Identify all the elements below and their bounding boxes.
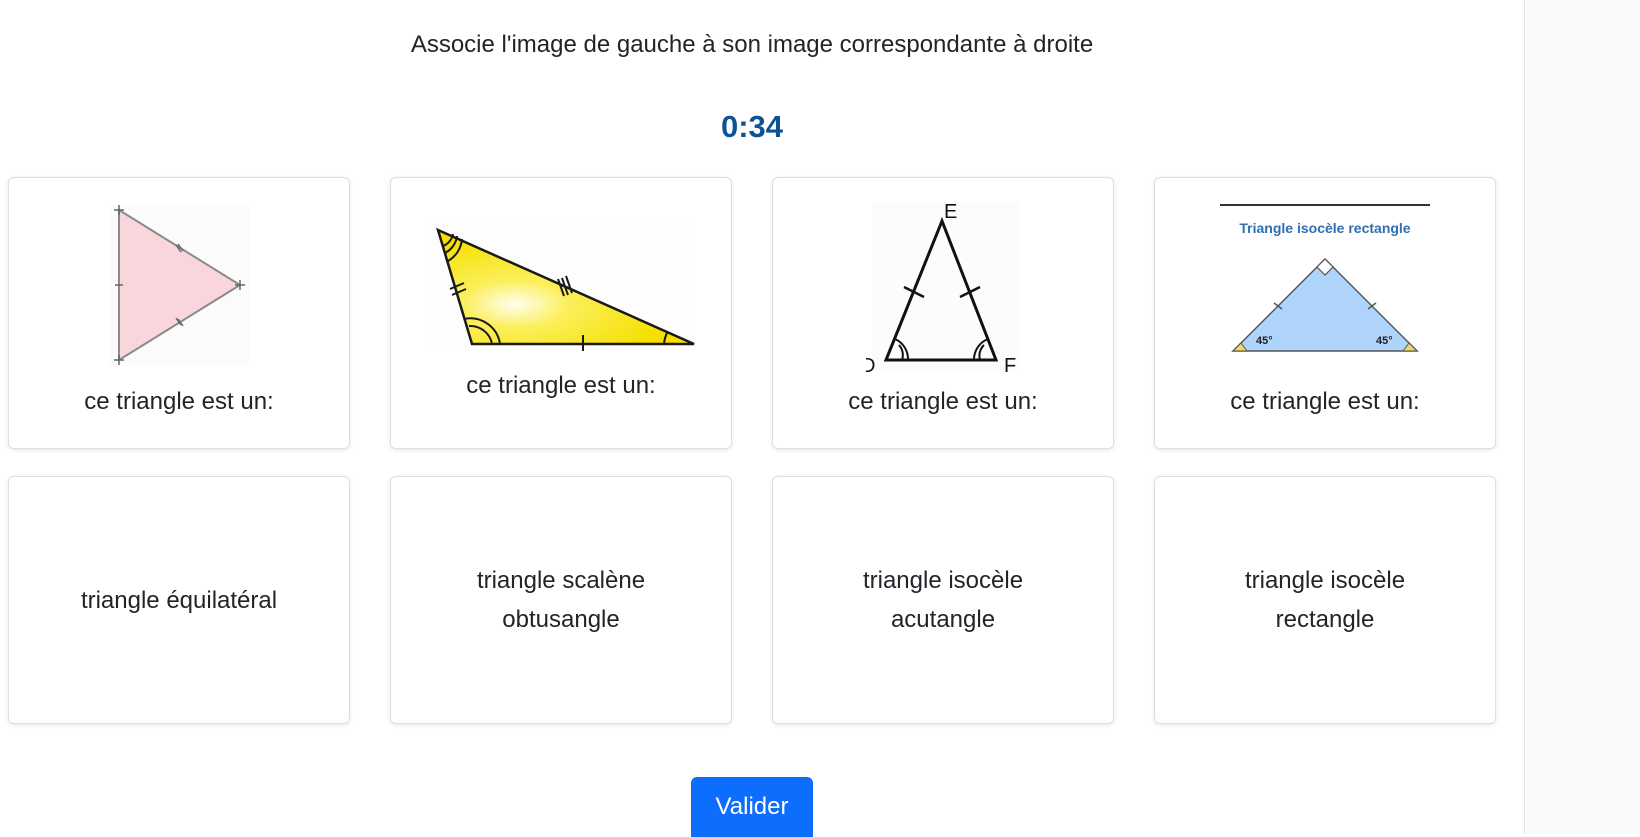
validate-button[interactable]: Valider [691, 777, 813, 837]
vertex-label-e: E [944, 202, 957, 223]
answer-label: triangle isocèle rectangle [1244, 567, 1406, 633]
answer-card-4[interactable]: triangle isocèle rectangle [1154, 476, 1496, 724]
question-caption: ce triangle est un: [848, 388, 1038, 415]
answer-label: triangle scalène obtusangle [476, 567, 646, 633]
angle-label-right: 45° [1376, 335, 1393, 347]
angle-label-left: 45° [1256, 335, 1273, 347]
side-panel [1524, 0, 1640, 834]
vertex-label-d: D [866, 355, 875, 372]
instruction-text: Associe l'image de gauche à son image co… [410, 31, 1094, 58]
answer-card-3[interactable]: triangle isocèle acutangle [772, 476, 1114, 724]
equilateral-triangle-image [109, 205, 249, 365]
activity-area: Associe l'image de gauche à son image co… [0, 0, 1524, 837]
question-caption: ce triangle est un: [1230, 388, 1420, 415]
question-card-4[interactable]: Triangle isocèle rectangle 45° 45° ce tr… [1154, 177, 1496, 449]
isosceles-acute-triangle-image: E D F [866, 202, 1020, 372]
question-card-1[interactable]: ce triangle est un: [8, 177, 350, 449]
question-caption: ce triangle est un: [84, 388, 274, 415]
figure-title: Triangle isocèle rectangle [1239, 220, 1410, 236]
isosceles-right-triangle-image: Triangle isocèle rectangle 45° 45° [1220, 204, 1430, 352]
question-card-3[interactable]: E D F ce triangle est un: [772, 177, 1114, 449]
answer-label: triangle isocèle acutangle [862, 567, 1024, 633]
answer-label: triangle équilatéral [80, 586, 278, 614]
countdown-timer: 0:34 [720, 109, 784, 144]
question-card-2[interactable]: ce triangle est un: [390, 177, 732, 449]
question-caption: ce triangle est un: [466, 372, 656, 399]
vertex-label-f: F [1004, 355, 1016, 372]
answer-card-1[interactable]: triangle équilatéral [8, 476, 350, 724]
answer-card-2[interactable]: triangle scalène obtusangle [390, 476, 732, 724]
scalene-obtuse-triangle-image [426, 216, 696, 351]
